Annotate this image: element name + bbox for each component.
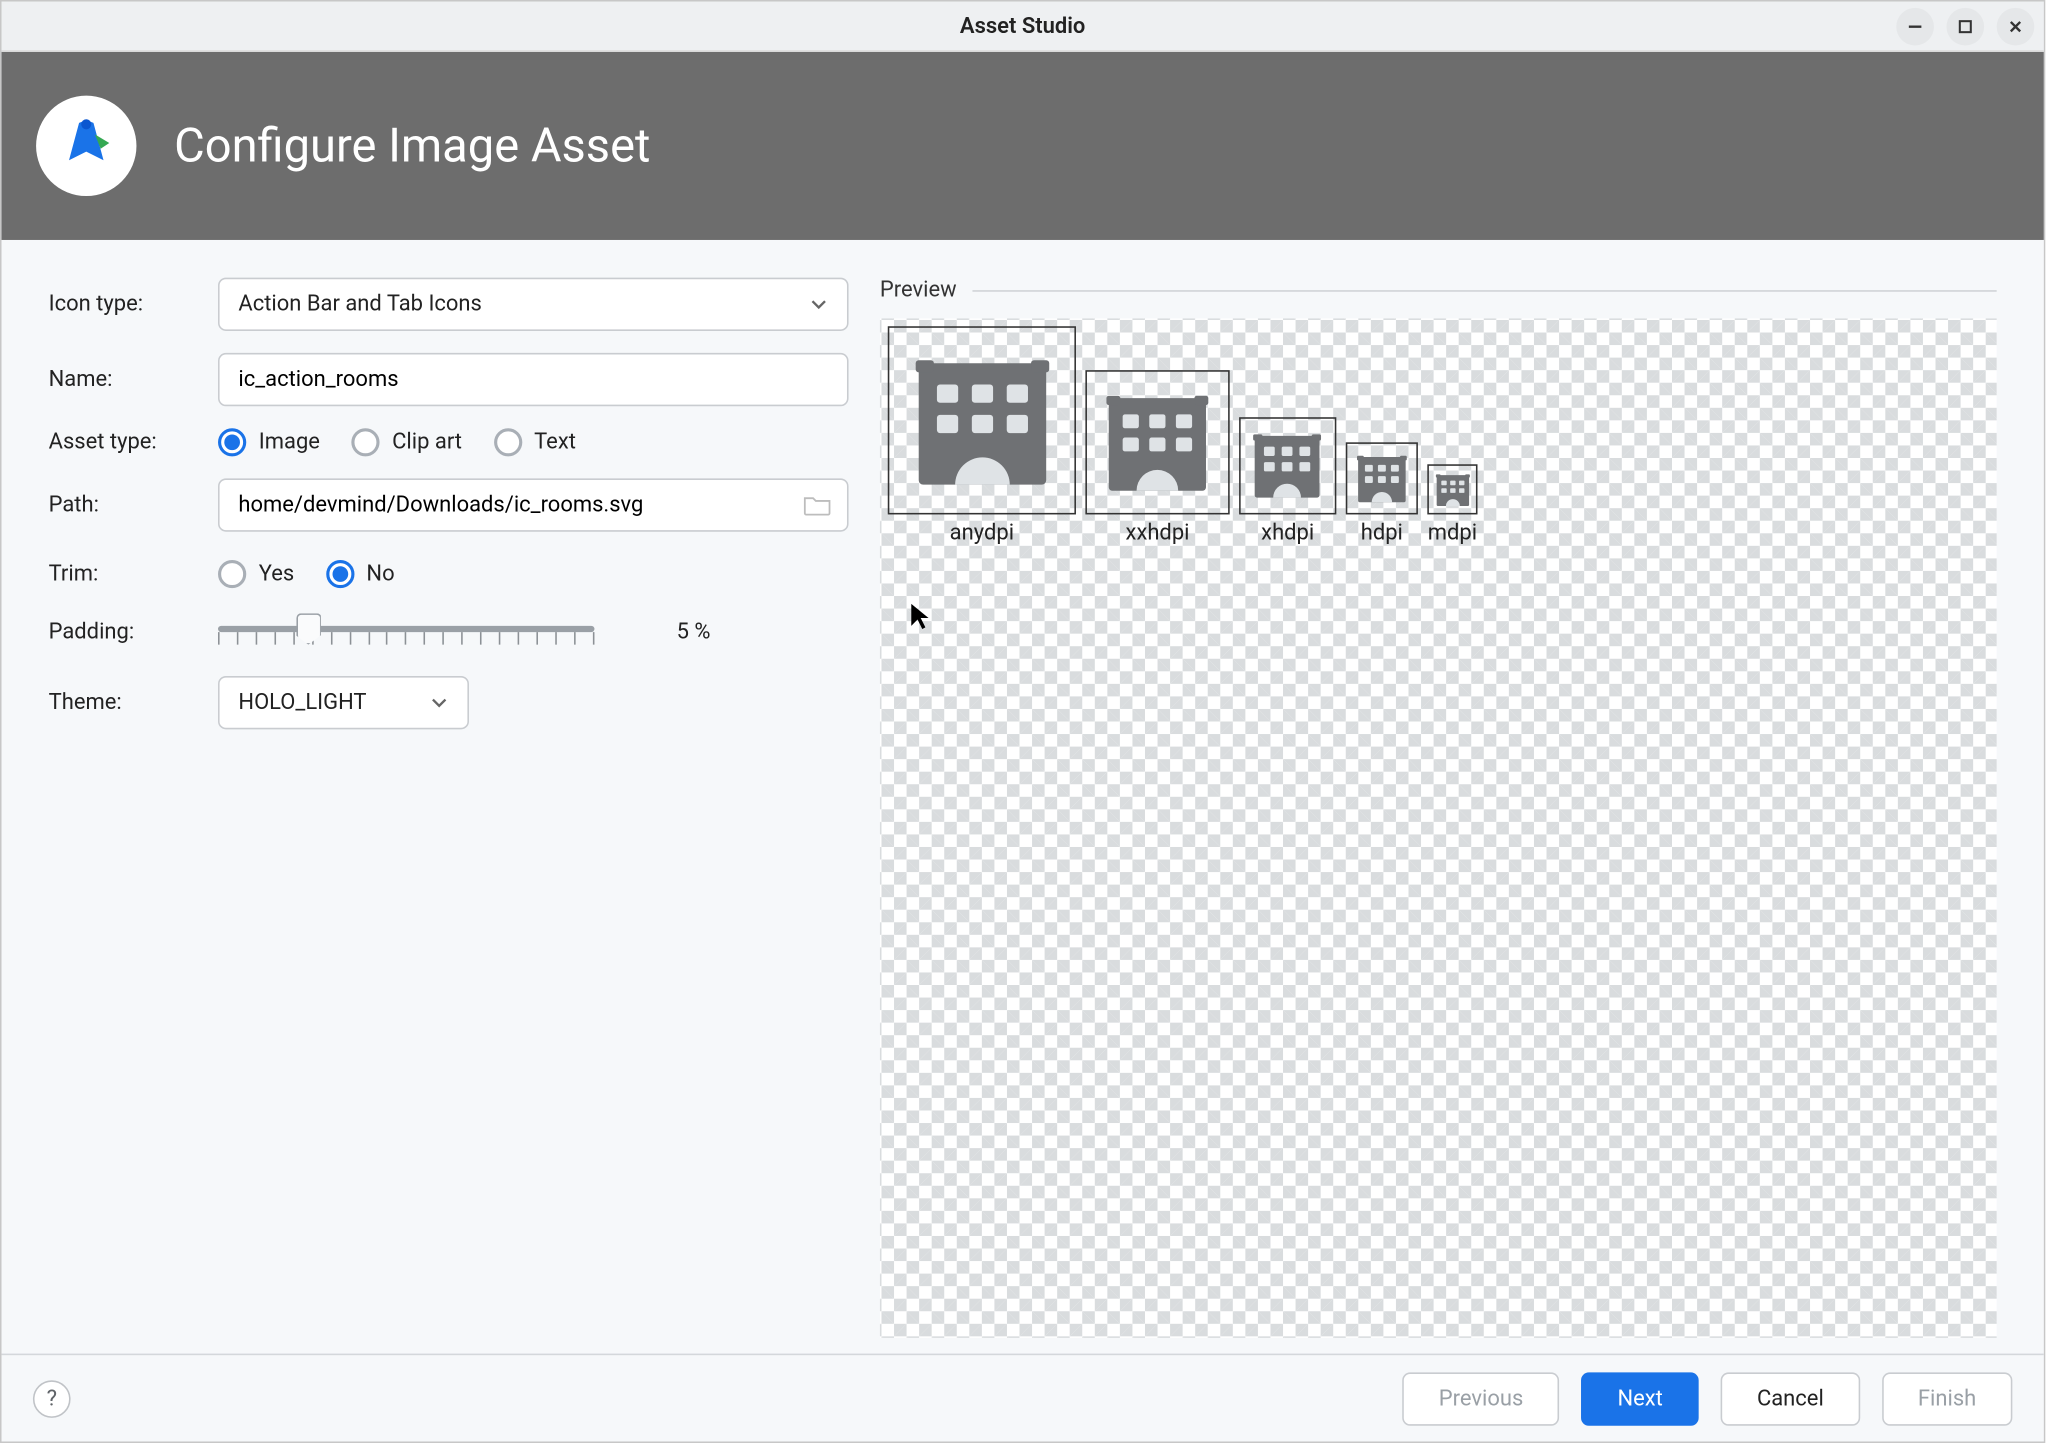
close-button[interactable]: [1997, 8, 2035, 46]
cursor-icon: [910, 602, 932, 637]
asset-type-option-clip-art[interactable]: Clip art: [351, 428, 462, 456]
name-input[interactable]: [238, 367, 828, 392]
preview-thumb-xhdpi[interactable]: xhdpi: [1239, 417, 1336, 546]
radio-icon: [218, 560, 246, 588]
radio-label: Text: [534, 430, 576, 455]
padding-label: Padding:: [49, 620, 218, 645]
preview-caption: anydpi: [950, 521, 1014, 546]
radio-label: Yes: [259, 562, 294, 587]
content-area: Icon type: Action Bar and Tab Icons Name…: [2, 240, 2044, 1354]
preview-header: Preview: [880, 278, 1997, 303]
trim-radio-group: Yes No: [218, 560, 849, 588]
page-title: Configure Image Asset: [174, 118, 650, 173]
preview-column: Preview anydpi: [880, 278, 1997, 1338]
minimize-button[interactable]: [1896, 8, 1934, 46]
preview-caption: hdpi: [1361, 521, 1403, 546]
next-button[interactable]: Next: [1581, 1372, 1699, 1425]
button-row: Previous Next Cancel Finish: [1403, 1372, 2013, 1425]
titlebar: Asset Studio: [2, 2, 2044, 52]
cancel-button[interactable]: Cancel: [1721, 1372, 1860, 1425]
asset-type-label: Asset type:: [49, 430, 218, 455]
preview-cell: [1346, 442, 1418, 514]
icon-type-value: Action Bar and Tab Icons: [238, 292, 482, 317]
preview-label: Preview: [880, 278, 957, 303]
preview-caption: xxhdpi: [1126, 521, 1190, 546]
help-button[interactable]: ?: [33, 1379, 71, 1417]
radio-icon: [351, 428, 379, 456]
name-label: Name:: [49, 367, 218, 392]
asset-studio-window: Asset Studio Configure Image Asset: [0, 0, 2045, 1443]
window-title: Asset Studio: [960, 13, 1085, 38]
radio-label: Image: [259, 430, 320, 455]
preview-cell: [888, 326, 1076, 514]
preview-caption: mdpi: [1428, 521, 1477, 546]
padding-value: 5 %: [616, 620, 710, 645]
previous-button[interactable]: Previous: [1403, 1372, 1560, 1425]
name-field-wrapper: [218, 353, 849, 406]
banner: Configure Image Asset: [2, 52, 2044, 240]
trim-label: Trim:: [49, 562, 218, 587]
trim-option-no[interactable]: No: [326, 560, 395, 588]
radio-icon: [493, 428, 521, 456]
radio-label: Clip art: [392, 430, 462, 455]
icon-type-combo[interactable]: Action Bar and Tab Icons: [218, 278, 849, 331]
theme-combo[interactable]: HOLO_LIGHT: [218, 676, 469, 729]
preview-cell: [1427, 464, 1477, 514]
path-input[interactable]: [238, 493, 828, 518]
preview-cell: [1239, 417, 1336, 514]
folder-icon[interactable]: [803, 494, 831, 516]
slider-ticks: [218, 632, 594, 648]
padding-slider[interactable]: [218, 610, 594, 654]
asset-type-option-image[interactable]: Image: [218, 428, 320, 456]
preview-caption: xhdpi: [1261, 521, 1314, 546]
chevron-down-icon: [809, 295, 828, 314]
preview-thumb-anydpi[interactable]: anydpi: [888, 326, 1076, 546]
window-controls: [1896, 8, 2034, 46]
chevron-down-icon: [430, 693, 449, 712]
asset-type-option-text[interactable]: Text: [493, 428, 576, 456]
radio-icon: [326, 560, 354, 588]
theme-value: HOLO_LIGHT: [238, 690, 366, 715]
finish-button[interactable]: Finish: [1882, 1372, 2013, 1425]
preview-thumb-xxhdpi[interactable]: xxhdpi: [1085, 370, 1229, 546]
asset-type-radio-group: Image Clip art Text: [218, 428, 849, 456]
radio-label: No: [366, 562, 394, 587]
preview-area: anydpi xxhdpi xhdpi: [880, 318, 1997, 1338]
preview-divider: [972, 289, 1996, 291]
preview-thumb-mdpi[interactable]: mdpi: [1427, 464, 1477, 546]
form-column: Icon type: Action Bar and Tab Icons Name…: [49, 278, 849, 1338]
theme-label: Theme:: [49, 690, 218, 715]
preview-thumb-hdpi[interactable]: hdpi: [1346, 442, 1418, 546]
radio-icon: [218, 428, 246, 456]
path-field-wrapper: [218, 478, 849, 531]
preview-cell: [1085, 370, 1229, 514]
path-label: Path:: [49, 493, 218, 518]
trim-option-yes[interactable]: Yes: [218, 560, 294, 588]
maximize-button[interactable]: [1946, 8, 1984, 46]
footer: ? Previous Next Cancel Finish: [2, 1354, 2044, 1442]
icon-type-label: Icon type:: [49, 292, 218, 317]
android-studio-icon: [36, 96, 136, 196]
